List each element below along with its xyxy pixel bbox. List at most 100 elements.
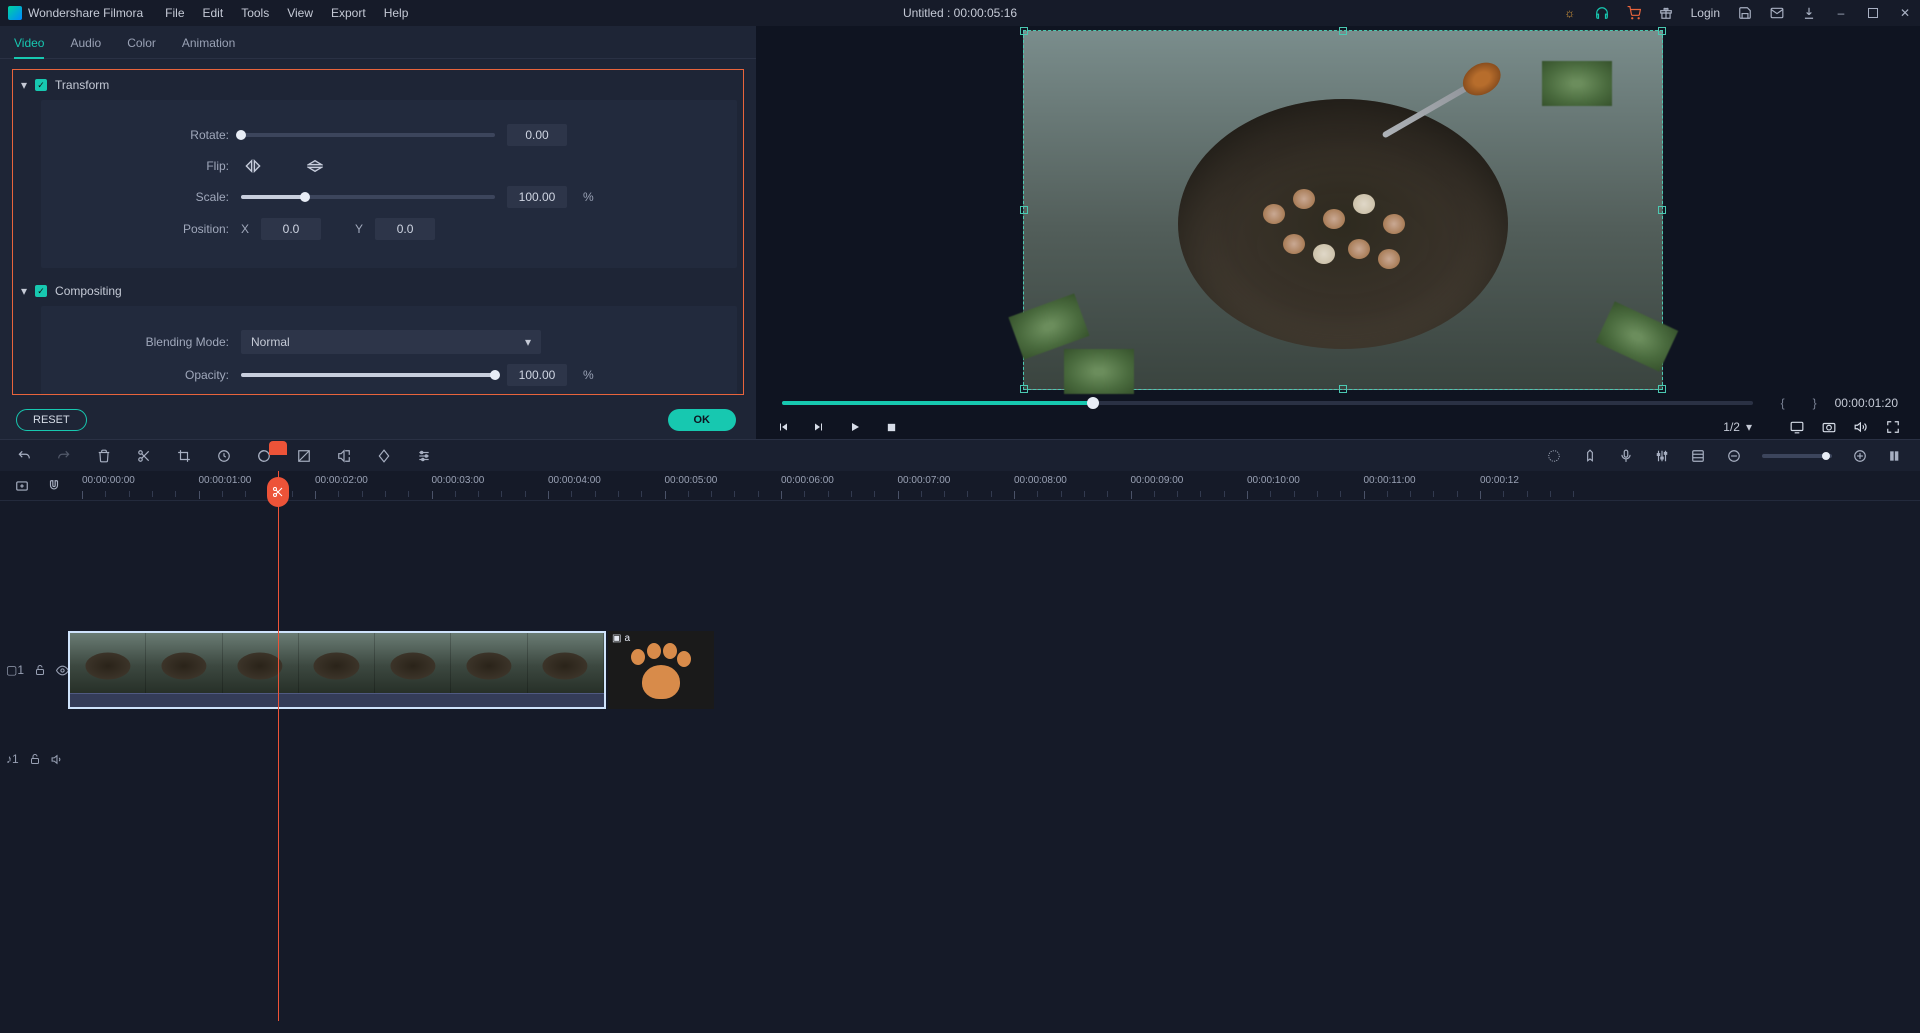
preview-zoom-value: 1/2 xyxy=(1723,420,1740,434)
flip-vertical-icon[interactable] xyxy=(303,156,327,176)
minimize-icon[interactable]: – xyxy=(1834,6,1848,20)
adjust-icon[interactable] xyxy=(416,448,432,464)
image-clip[interactable]: ▣a xyxy=(608,631,714,709)
section-compositing-body: Blending Mode: Normal ▾ Opacity: % xyxy=(41,306,737,395)
transform-checkbox[interactable]: ✓ xyxy=(35,79,47,91)
scale-slider[interactable] xyxy=(241,195,495,199)
download-icon[interactable] xyxy=(1802,6,1816,20)
resize-handle[interactable] xyxy=(1658,385,1666,393)
position-x-input[interactable] xyxy=(261,218,321,240)
stop-icon[interactable] xyxy=(884,420,898,434)
ok-button[interactable]: OK xyxy=(668,409,737,431)
ruler-tick: 00:00:05:00 xyxy=(665,475,718,486)
zoom-out-icon[interactable] xyxy=(1726,448,1742,464)
document-title: Untitled : 00:00:05:16 xyxy=(903,6,1017,20)
tab-color[interactable]: Color xyxy=(127,36,156,50)
tab-audio[interactable]: Audio xyxy=(70,36,101,50)
section-compositing-header[interactable]: ▾ ✓ Compositing xyxy=(19,278,737,304)
detach-audio-icon[interactable] xyxy=(336,448,352,464)
cart-icon[interactable] xyxy=(1627,6,1641,20)
manage-tracks-icon[interactable] xyxy=(1690,448,1706,464)
ruler-tick: 00:00:00:00 xyxy=(82,475,135,486)
timeline-ruler[interactable]: 00:00:00:0000:00:01:0000:00:02:0000:00:0… xyxy=(82,471,1920,500)
crop-icon[interactable] xyxy=(176,448,192,464)
gift-icon[interactable] xyxy=(1659,6,1673,20)
section-transform-header[interactable]: ▾ ✓ Transform xyxy=(19,72,737,98)
lightbulb-icon[interactable]: ☼ xyxy=(1563,6,1577,20)
close-icon[interactable]: ✕ xyxy=(1898,6,1912,20)
lock-icon[interactable] xyxy=(29,753,41,765)
tab-animation[interactable]: Animation xyxy=(182,36,235,50)
resize-handle[interactable] xyxy=(1658,206,1666,214)
position-y-input[interactable] xyxy=(375,218,435,240)
prev-frame-icon[interactable] xyxy=(776,420,790,434)
rotate-slider[interactable] xyxy=(241,133,495,137)
resize-handle[interactable] xyxy=(1020,385,1028,393)
rotate-value-input[interactable] xyxy=(507,124,567,146)
play-icon[interactable] xyxy=(848,420,862,434)
maximize-icon[interactable] xyxy=(1866,6,1880,20)
playhead[interactable] xyxy=(278,471,279,1021)
fullscreen-icon[interactable] xyxy=(1886,420,1900,434)
menu-file[interactable]: File xyxy=(165,6,184,20)
preview-zoom-select[interactable]: 1/2 ▾ xyxy=(1723,420,1752,434)
menu-help[interactable]: Help xyxy=(384,6,409,20)
volume-icon[interactable] xyxy=(1854,420,1868,434)
timeline-zoom-slider[interactable] xyxy=(1762,454,1832,458)
add-media-icon[interactable] xyxy=(14,478,30,494)
split-icon[interactable] xyxy=(136,448,152,464)
undo-icon[interactable] xyxy=(16,448,32,464)
mic-icon[interactable] xyxy=(1618,448,1634,464)
scissor-icon[interactable] xyxy=(267,477,289,507)
mute-icon[interactable] xyxy=(51,753,64,766)
ruler-tick: 00:00:03:00 xyxy=(432,475,485,486)
menu-view[interactable]: View xyxy=(287,6,313,20)
green-screen-icon[interactable] xyxy=(296,448,312,464)
opacity-value-input[interactable] xyxy=(507,364,567,386)
resize-handle[interactable] xyxy=(1020,206,1028,214)
headphones-icon[interactable] xyxy=(1595,6,1609,20)
login-link[interactable]: Login xyxy=(1691,6,1720,20)
mixer-icon[interactable] xyxy=(1654,448,1670,464)
zoom-in-icon[interactable] xyxy=(1852,448,1868,464)
flip-horizontal-icon[interactable] xyxy=(241,156,265,176)
transport-bar: 1/2 ▾ xyxy=(762,416,1914,442)
ruler-tick: 00:00:01:00 xyxy=(199,475,252,486)
keyframe-icon[interactable] xyxy=(376,448,392,464)
resize-handle[interactable] xyxy=(1020,27,1028,35)
preview-time-end: 00:00:01:20 xyxy=(1835,396,1904,410)
render-icon[interactable] xyxy=(1546,448,1562,464)
marker-icon[interactable] xyxy=(1582,448,1598,464)
zoom-fit-icon[interactable] xyxy=(1888,448,1904,464)
titlebar: Wondershare Filmora File Edit Tools View… xyxy=(0,0,1920,26)
lock-icon[interactable] xyxy=(34,664,46,676)
menu-export[interactable]: Export xyxy=(331,6,366,20)
mail-icon[interactable] xyxy=(1770,6,1784,20)
seek-bar[interactable] xyxy=(782,401,1753,405)
preview-seek-row: { } 00:00:01:20 xyxy=(762,390,1914,416)
resize-handle[interactable] xyxy=(1339,27,1347,35)
compositing-checkbox[interactable]: ✓ xyxy=(35,285,47,297)
scale-value-input[interactable] xyxy=(507,186,567,208)
menu-edit[interactable]: Edit xyxy=(203,6,224,20)
magnet-icon[interactable] xyxy=(46,478,62,494)
next-frame-icon[interactable] xyxy=(812,420,826,434)
delete-icon[interactable] xyxy=(96,448,112,464)
brace-right-icon[interactable]: } xyxy=(1803,396,1827,410)
snapshot-icon[interactable] xyxy=(1822,420,1836,434)
display-icon[interactable] xyxy=(1790,420,1804,434)
redo-icon[interactable] xyxy=(56,448,72,464)
video-clip[interactable]: ▸Plating Food xyxy=(68,631,606,709)
speed-icon[interactable] xyxy=(216,448,232,464)
blend-mode-select[interactable]: Normal ▾ xyxy=(241,330,541,354)
preview-canvas[interactable] xyxy=(1023,30,1663,390)
resize-handle[interactable] xyxy=(1339,385,1347,393)
save-icon[interactable] xyxy=(1738,6,1752,20)
opacity-slider[interactable] xyxy=(241,373,495,377)
scale-unit: % xyxy=(583,190,594,204)
menu-tools[interactable]: Tools xyxy=(241,6,269,20)
resize-handle[interactable] xyxy=(1658,27,1666,35)
reset-button[interactable]: RESET xyxy=(16,409,87,431)
tab-video[interactable]: Video xyxy=(14,36,44,59)
brace-left-icon[interactable]: { xyxy=(1771,396,1795,410)
